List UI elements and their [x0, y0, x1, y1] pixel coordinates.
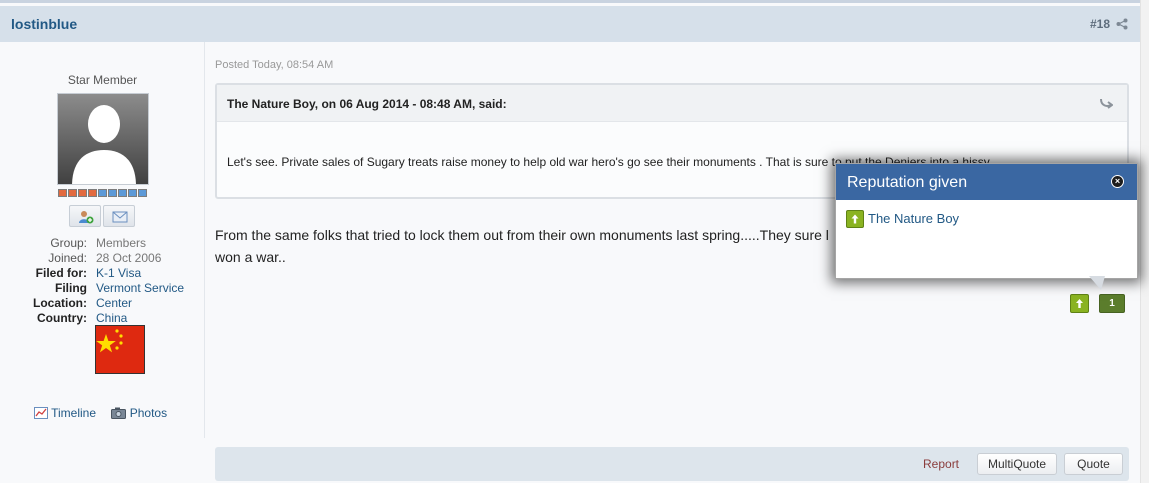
popup-title: Reputation given — [847, 174, 968, 191]
info-value-link[interactable]: Center — [96, 296, 132, 311]
post-text-line: won a war.. — [215, 249, 286, 265]
quote-button[interactable]: Quote — [1064, 453, 1123, 475]
info-value: 28 Oct 2006 — [96, 251, 162, 265]
send-message-button[interactable] — [103, 205, 135, 227]
reputation-popup: Reputation given × The Nature Boy — [835, 163, 1138, 279]
info-label: Country: — [37, 311, 87, 325]
post-controls: Report MultiQuote Quote — [215, 447, 1129, 481]
reputation-count-badge[interactable]: 1 — [1099, 294, 1125, 313]
info-value-link[interactable]: Vermont Service — [96, 281, 184, 296]
reputation-pip — [98, 189, 107, 197]
info-label: Group: — [50, 236, 87, 250]
add-friend-button[interactable] — [69, 205, 101, 227]
quote-header: The Nature Boy, on 06 Aug 2014 - 08:48 A… — [217, 85, 1127, 122]
profile-links: Timeline Photos — [34, 406, 179, 420]
close-icon[interactable]: × — [1111, 175, 1124, 188]
arrow-up-icon — [1076, 299, 1083, 308]
timeline-label: Timeline — [51, 406, 97, 420]
info-label: Filed for: — [35, 266, 87, 280]
timeline-link[interactable]: Timeline — [34, 406, 99, 420]
default-avatar-silhouette-icon — [58, 94, 148, 184]
reputation-pip — [118, 189, 127, 197]
rep-up-button[interactable] — [1070, 294, 1089, 313]
china-flag-icon — [95, 325, 145, 374]
posted-date: Posted Today, 08:54 AM — [215, 59, 334, 71]
post-text-line: From the same folks that tried to lock t… — [215, 227, 829, 243]
photos-label: Photos — [129, 406, 168, 420]
reputation-pip — [138, 189, 147, 197]
quote-citation: The Nature Boy, on 06 Aug 2014 - 08:48 A… — [227, 97, 507, 111]
reputation-pip — [58, 189, 67, 197]
reputation-pip — [128, 189, 137, 197]
message-envelope-icon — [112, 211, 128, 223]
add-friend-icon — [79, 211, 94, 224]
info-row-joined: Joined: 28 Oct 2006 — [0, 251, 205, 266]
info-value: Members — [96, 236, 147, 250]
reputation-pip — [88, 189, 97, 197]
info-row-filing: Filing Vermont Service — [0, 281, 205, 296]
rep-giver-link[interactable]: The Nature Boy — [868, 211, 959, 226]
reputation-pip — [108, 189, 117, 197]
info-row-filed-for: Filed for: K-1 Visa — [0, 266, 205, 281]
vertical-scrollbar[interactable] — [1140, 0, 1149, 483]
info-label: Joined: — [48, 251, 87, 265]
timeline-chart-icon — [34, 407, 48, 419]
post-number-link[interactable]: #18 — [1090, 17, 1110, 31]
info-row-group: Group: Members — [0, 236, 205, 251]
info-value-link[interactable]: K-1 Visa — [96, 266, 141, 281]
avatar[interactable] — [57, 93, 149, 185]
share-icon[interactable] — [1116, 18, 1128, 30]
popup-header: Reputation given × — [836, 164, 1137, 200]
view-quoted-post-icon[interactable] — [1099, 97, 1113, 109]
info-label: Filing — [55, 281, 87, 295]
post-body: From the same folks that tried to lock t… — [215, 224, 835, 268]
camera-icon — [111, 407, 127, 419]
arrow-up-icon — [846, 210, 864, 228]
member-info: Group: Members Joined: 28 Oct 2006 Filed… — [0, 236, 205, 326]
post-header: lostinblue #18 — [0, 6, 1140, 42]
report-link[interactable]: Report — [923, 457, 959, 471]
popup-pointer — [1089, 276, 1105, 290]
info-value-link[interactable]: China — [96, 311, 127, 326]
reputation-pip — [68, 189, 77, 197]
author-panel: Star Member Group: Members Joined: 28 Oc… — [0, 42, 205, 438]
multiquote-button[interactable]: MultiQuote — [977, 453, 1057, 475]
reputation-pips — [58, 189, 147, 197]
author-name-link[interactable]: lostinblue — [11, 16, 77, 32]
info-label: Location: — [33, 296, 87, 310]
photos-link[interactable]: Photos — [111, 406, 167, 420]
reputation-pip — [78, 189, 87, 197]
member-rank: Star Member — [67, 73, 138, 87]
info-row-location: Location: Center — [0, 296, 205, 311]
info-row-country: Country: China — [0, 311, 205, 326]
